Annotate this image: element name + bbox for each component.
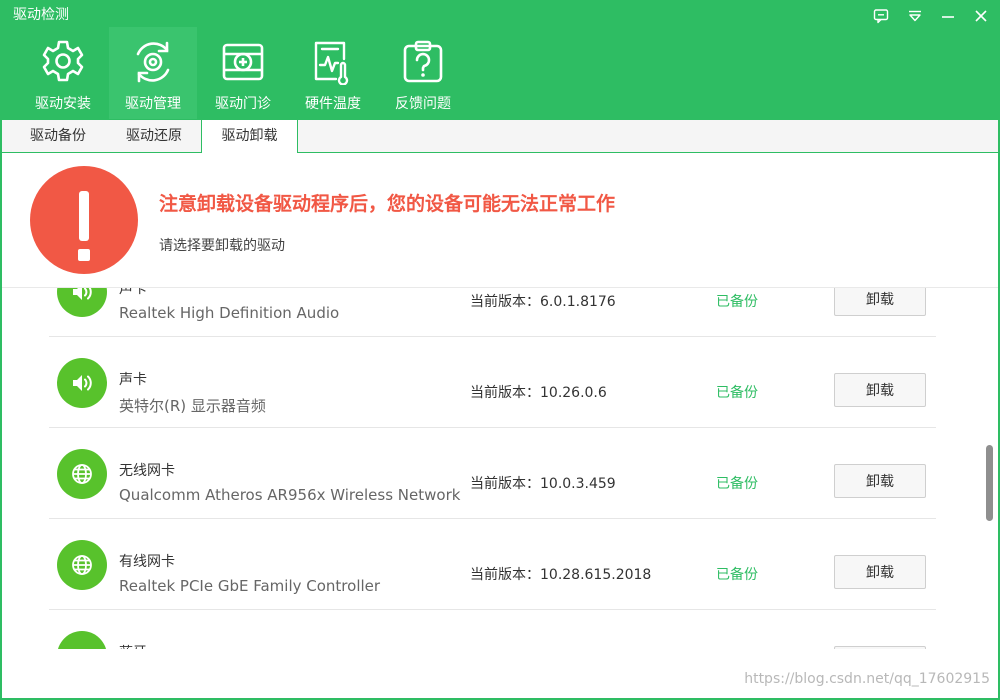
nav-label: 驱动门诊 <box>215 96 271 112</box>
driver-row: 声卡 英特尔(R) 显示器音频 当前版本：10.26.0.6 已备份 卸载 <box>2 337 980 428</box>
backup-status: 已备份 <box>716 567 758 583</box>
thermometer-monitor-icon <box>314 41 349 85</box>
driver-version: 当前版本：10.26.0.6 <box>470 385 607 401</box>
uninstall-button[interactable]: 卸载 <box>834 373 926 407</box>
nav-hardware-temperature[interactable]: 硬件温度 <box>289 27 377 119</box>
driver-version: 当前版本：10.28.615.2018 <box>470 567 652 583</box>
first-aid-kit-icon <box>222 43 264 81</box>
dropdown-menu-icon <box>909 10 921 22</box>
sub-tab-bar: 驱动备份 驱动还原 驱动卸载 <box>0 120 1000 153</box>
app-title: 驱动检测 <box>13 7 69 23</box>
nav-label: 硬件温度 <box>305 96 361 112</box>
driver-name: Realtek PCIe GbE Family Controller <box>119 577 381 595</box>
driver-category: 声卡 <box>119 288 147 297</box>
nav-label: 驱动管理 <box>125 96 181 112</box>
uninstall-button[interactable]: 卸载 <box>834 555 926 589</box>
driver-list[interactable]: 声卡 Realtek High Definition Audio 当前版本：6.… <box>2 288 980 649</box>
driver-version: 当前版本：10.0.3.459 <box>470 476 616 492</box>
backup-status: 已备份 <box>716 294 758 310</box>
driver-row: 有线网卡 Realtek PCIe GbE Family Controller … <box>2 519 980 610</box>
uninstall-button[interactable]: 卸载 <box>834 464 926 498</box>
refresh-gear-icon <box>136 41 170 83</box>
minimize-button[interactable] <box>937 6 959 26</box>
nav-driver-management[interactable]: 驱动管理 <box>109 27 197 119</box>
driver-row: 声卡 Realtek High Definition Audio 当前版本：6.… <box>2 288 980 337</box>
globe-icon <box>57 449 107 499</box>
chat-bubble-icon <box>873 9 889 24</box>
speaker-icon <box>57 288 107 317</box>
driver-name: Realtek High Definition Audio <box>119 304 340 322</box>
close-icon <box>975 10 987 22</box>
driver-version: 当前版本：6.0.1.8176 <box>470 294 616 310</box>
nav-feedback[interactable]: 反馈问题 <box>379 27 467 119</box>
driver-row: 无线网卡 Qualcomm Atheros AR956x Wireless Ne… <box>2 428 980 519</box>
nav-driver-clinic[interactable]: 驱动门诊 <box>199 27 287 119</box>
driver-category: 无线网卡 <box>119 463 175 479</box>
driver-detection-window: 驱动检测 驱动安装 驱动管理 驱动门诊 硬件温度 反馈问题 驱动备份 驱动还原 … <box>0 0 1000 700</box>
driver-name: Qualcomm Atheros AR956x Wireless Network <box>119 486 461 504</box>
warning-banner: 注意卸载设备驱动程序后，您的设备可能无法正常工作 请选择要卸载的驱动 <box>2 153 998 288</box>
uninstall-button[interactable]: 卸载 <box>834 646 926 649</box>
backup-status: 已备份 <box>716 476 758 492</box>
exclamation-icon <box>30 166 138 274</box>
menu-button[interactable] <box>904 6 926 26</box>
driver-category: 声卡 <box>119 372 147 388</box>
nav-driver-install[interactable]: 驱动安装 <box>19 27 107 119</box>
gear-icon <box>42 40 84 82</box>
question-clipboard-icon <box>403 40 443 83</box>
speaker-icon <box>57 358 107 408</box>
tab-driver-restore[interactable]: 驱动还原 <box>108 120 200 152</box>
close-button[interactable] <box>970 6 992 26</box>
driver-category: 有线网卡 <box>119 554 175 570</box>
globe-icon <box>57 540 107 590</box>
driver-category: 蓝牙 <box>119 642 147 649</box>
uninstall-button[interactable]: 卸载 <box>834 288 926 316</box>
header-bar: 驱动检测 驱动安装 驱动管理 驱动门诊 硬件温度 反馈问题 <box>0 0 1000 120</box>
feedback-button[interactable] <box>870 6 892 26</box>
list-scrollbar[interactable] <box>986 445 993 521</box>
backup-status: 已备份 <box>716 385 758 401</box>
tab-driver-backup[interactable]: 驱动备份 <box>8 120 108 152</box>
tab-driver-uninstall[interactable]: 驱动卸载 <box>201 120 298 153</box>
bluetooth-icon <box>57 631 107 649</box>
nav-label: 反馈问题 <box>395 96 451 112</box>
minimize-icon <box>942 16 954 18</box>
nav-label: 驱动安装 <box>35 96 91 112</box>
driver-name: 英特尔(R) 显示器音频 <box>119 397 266 415</box>
watermark-text: https://blog.csdn.net/qq_17602915 <box>744 671 990 687</box>
driver-row: 蓝牙 卸载 <box>2 610 980 649</box>
warning-title: 注意卸载设备驱动程序后，您的设备可能无法正常工作 <box>159 193 616 215</box>
warning-subtitle: 请选择要卸载的驱动 <box>159 238 285 254</box>
